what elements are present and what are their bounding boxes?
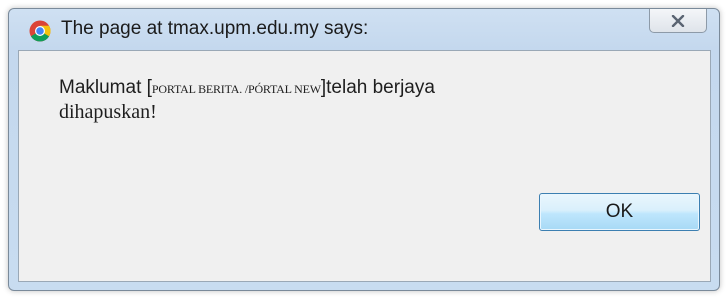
chrome-icon — [29, 20, 51, 42]
ok-button[interactable]: OK — [539, 193, 700, 231]
dialog-body: Maklumat [PORTAL BERITA. /PÓRTAL NEW]tel… — [18, 50, 711, 282]
message-suffix: ]telah berjaya — [320, 77, 435, 98]
dialog-message: Maklumat [PORTAL BERITA. /PÓRTAL NEW]tel… — [59, 76, 680, 124]
message-prefix: Maklumat [ — [59, 77, 152, 98]
message-line-2: dihapuskan! — [59, 101, 157, 123]
close-button[interactable] — [649, 9, 707, 33]
message-bracket-text: PORTAL BERITA. /PÓRTAL NEW — [151, 82, 321, 96]
message-line-1: Maklumat [PORTAL BERITA. /PÓRTAL NEW]tel… — [59, 76, 680, 101]
close-icon — [671, 14, 685, 27]
alert-dialog: The page at tmax.upm.edu.my says: Maklum… — [8, 8, 720, 291]
dialog-title: The page at tmax.upm.edu.my says: — [61, 18, 369, 39]
dialog-titlebar: The page at tmax.upm.edu.my says: — [9, 9, 719, 49]
